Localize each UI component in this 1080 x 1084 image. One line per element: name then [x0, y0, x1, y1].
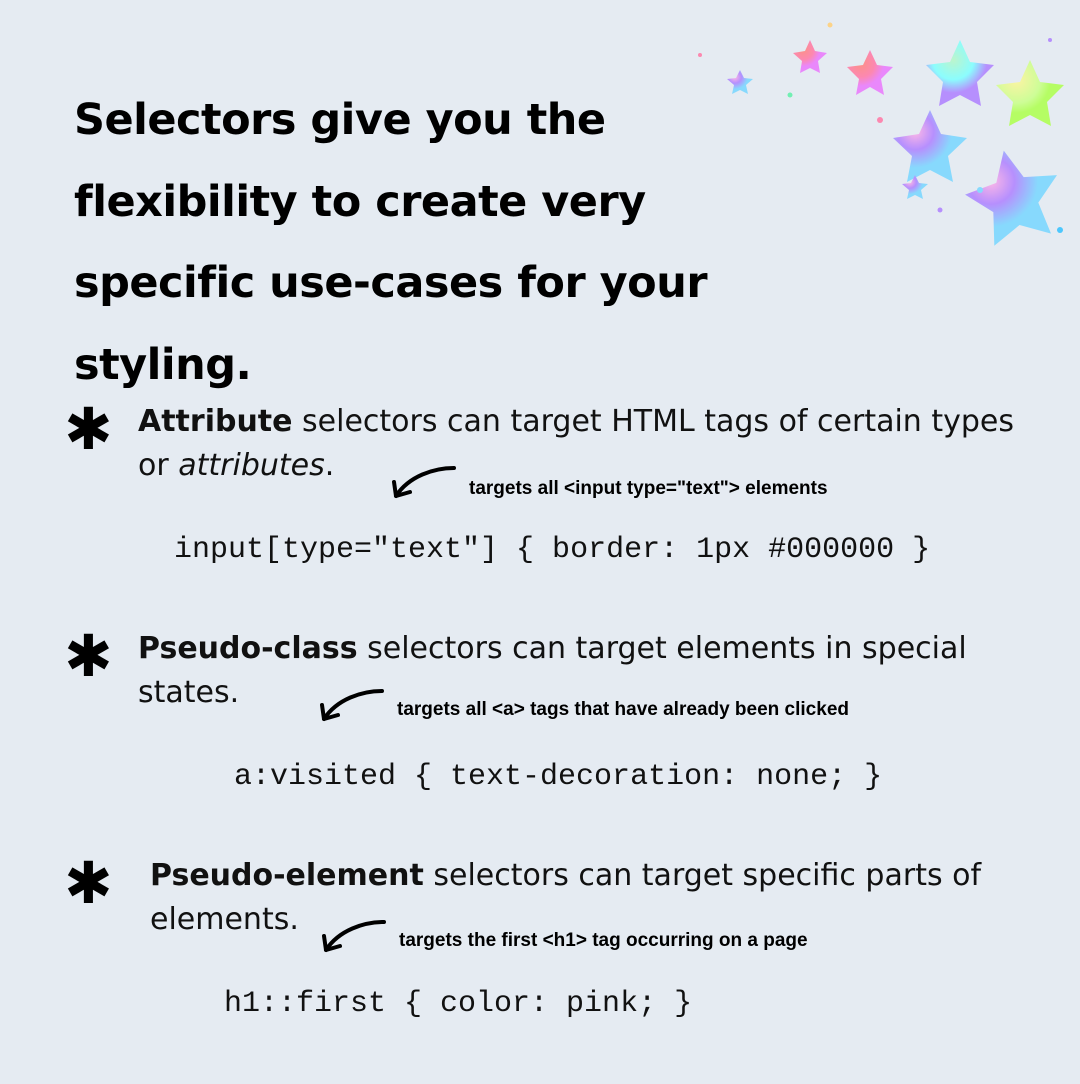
asterisk-icon: ✱	[64, 400, 113, 458]
code-example: a:visited { text-decoration: none; }	[234, 760, 1019, 794]
arrow-icon	[314, 916, 394, 966]
arrow-icon	[384, 462, 464, 512]
annotation: targets the first <h1> tag occurring on …	[399, 930, 808, 952]
arrow-icon	[312, 685, 392, 735]
page-heading: Selectors give you the flexibility to cr…	[74, 80, 834, 407]
annotation: targets all <input type="text"> elements	[469, 478, 828, 500]
selector-items: ✱ Attribute selectors can target HTML ta…	[64, 400, 1019, 1081]
item-pseudo-element: ✱ Pseudo-element selectors can target sp…	[64, 854, 1019, 1021]
item-attribute: ✱ Attribute selectors can target HTML ta…	[64, 400, 1019, 567]
code-example: h1::first { color: pink; }	[224, 987, 1019, 1021]
item-description: Attribute selectors can target HTML tags…	[138, 400, 1018, 487]
annotation: targets all <a> tags that have already b…	[397, 699, 849, 721]
item-description: Pseudo-element selectors can target spec…	[150, 854, 1030, 941]
asterisk-icon: ✱	[64, 854, 113, 912]
asterisk-icon: ✱	[64, 627, 113, 685]
code-example: input[type="text"] { border: 1px #000000…	[174, 533, 1019, 567]
item-pseudo-class: ✱ Pseudo-class selectors can target elem…	[64, 627, 1019, 794]
